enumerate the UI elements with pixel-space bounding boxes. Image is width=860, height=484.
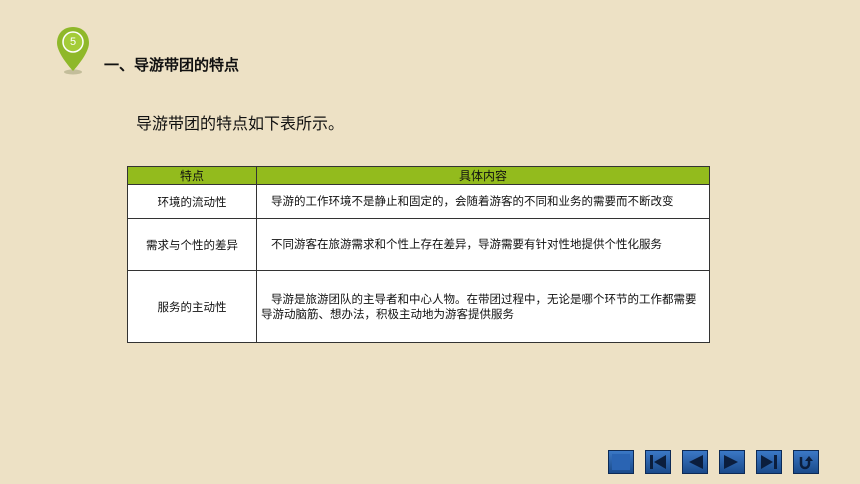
- return-icon: [799, 456, 813, 470]
- menu-button[interactable]: [608, 450, 634, 474]
- table-header-row: 特点 具体内容: [127, 166, 710, 185]
- slide-number-badge: 5: [56, 26, 90, 76]
- map-pin-icon: [57, 27, 89, 75]
- table-row: 需求与个性的差异 不同游客在旅游需求和个性上存在差异，导游需要有针对性地提供个性…: [127, 218, 710, 271]
- feature-cell: 需求与个性的差异: [127, 218, 257, 271]
- first-slide-icon: [650, 455, 666, 469]
- next-slide-icon: [724, 455, 738, 469]
- prev-slide-icon: [689, 455, 703, 469]
- return-button[interactable]: [793, 450, 819, 474]
- feature-cell: 环境的流动性: [127, 184, 257, 219]
- content-cell: 不同游客在旅游需求和个性上存在差异，导游需要有针对性地提供个性化服务: [256, 218, 710, 271]
- section-heading: 一、导游带团的特点: [104, 56, 240, 74]
- column-header-content: 具体内容: [256, 166, 710, 185]
- menu-icon: [612, 454, 630, 470]
- intro-text: 导游带团的特点如下表所示。: [136, 114, 345, 133]
- table-row: 服务的主动性 导游是旅游团队的主导者和中心人物。在带团过程中，无论是哪个环节的工…: [127, 270, 710, 343]
- first-slide-button[interactable]: [645, 450, 671, 474]
- last-slide-icon: [761, 455, 777, 469]
- table-row: 环境的流动性 导游的工作环境不是静止和固定的，会随着游客的不同和业务的需要而不断…: [127, 184, 710, 219]
- feature-cell: 服务的主动性: [127, 270, 257, 343]
- column-header-feature: 特点: [127, 166, 257, 185]
- prev-slide-button[interactable]: [682, 450, 708, 474]
- slide-number: 5: [69, 36, 77, 48]
- content-cell: 导游的工作环境不是静止和固定的，会随着游客的不同和业务的需要而不断改变: [256, 184, 710, 219]
- slide-navigation: [608, 450, 819, 474]
- features-table: 特点 具体内容 环境的流动性 导游的工作环境不是静止和固定的，会随着游客的不同和…: [127, 166, 710, 343]
- last-slide-button[interactable]: [756, 450, 782, 474]
- content-cell: 导游是旅游团队的主导者和中心人物。在带团过程中，无论是哪个环节的工作都需要导游动…: [256, 270, 710, 343]
- next-slide-button[interactable]: [719, 450, 745, 474]
